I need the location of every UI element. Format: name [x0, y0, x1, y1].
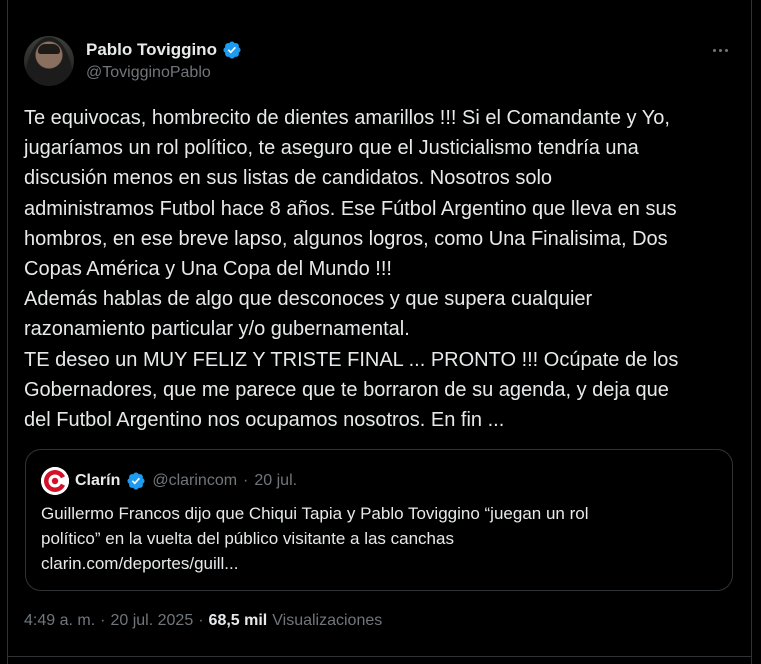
tweet-text-line: Te equivocas, hombrecito de dientes amar… — [24, 107, 670, 129]
tweet-time[interactable]: 4:49 a. m. — [24, 612, 95, 630]
tweet-text-line: hombros, en ese breve lapso, algunos log… — [24, 227, 668, 250]
divider — [7, 656, 752, 657]
quoted-text-link[interactable]: clarin.com/deportes/guill... — [41, 551, 721, 576]
quoted-author-name[interactable]: Clarín — [75, 472, 120, 490]
tweet-text-line: Además hablas de algo que desconoces y q… — [24, 288, 593, 311]
tweet-meta: 4:49 a. m. · 20 jul. 2025 · 68,5 mil Vis… — [24, 612, 382, 630]
quoted-tweet-card[interactable]: Clarín @clarincom · 20 jul. Guillermo Fr… — [25, 449, 733, 591]
tweet-text-line: Copas América y Una Copa del Mundo !!! — [24, 258, 392, 281]
quoted-text-line: Guillermo Francos dijo que Chiqui Tapia … — [41, 504, 589, 523]
quoted-tweet-date[interactable]: 20 jul. — [254, 472, 297, 490]
tweet-text-line: Gobernadores, que me parece que te borra… — [24, 378, 669, 401]
separator-dot: · — [198, 612, 204, 629]
author-avatar[interactable] — [24, 36, 74, 86]
tweet-text-line: TE deseo un MUY FELIZ Y TRISTE FINAL ...… — [24, 348, 679, 371]
separator-dot: · — [243, 472, 249, 489]
tweet-text-line: del Futbol Argentino nos ocupamos nosotr… — [24, 409, 505, 432]
tweet-text-line: razonamiento particular y/o gubernamenta… — [24, 318, 410, 341]
views-count: 68,5 mil — [208, 612, 268, 629]
more-options-icon[interactable] — [706, 36, 734, 64]
quoted-author-handle[interactable]: @clarincom — [152, 472, 237, 490]
clarin-logo-icon[interactable] — [41, 467, 69, 495]
tweet-text: Te equivocas, hombrecito de dientes amar… — [24, 103, 739, 435]
tweet-text-line: administramos Futbol hace 8 años. Ese Fú… — [24, 197, 677, 220]
quoted-text-line: político” en la vuelta del público visit… — [41, 529, 454, 548]
tweet-text-line: discusión menos en sus listas de candida… — [24, 167, 553, 190]
tweet-date[interactable]: 20 jul. 2025 — [110, 612, 193, 630]
views-label: Visualizaciones — [272, 612, 383, 629]
separator-dot: · — [100, 612, 106, 629]
quoted-tweet-header: Clarín @clarincom · 20 jul. — [41, 467, 297, 495]
verified-badge-icon — [126, 471, 146, 491]
author-display-name[interactable]: Pablo Toviggino — [86, 40, 217, 60]
verified-badge-icon[interactable] — [222, 40, 242, 60]
author-handle[interactable]: @TovigginoPablo — [86, 64, 211, 82]
quoted-tweet-text: Guillermo Francos dijo que Chiqui Tapia … — [41, 501, 721, 576]
tweet-text-line: jugaríamos un rol político, te aseguro q… — [24, 137, 639, 160]
author-name-row: Pablo Toviggino — [86, 39, 242, 61]
